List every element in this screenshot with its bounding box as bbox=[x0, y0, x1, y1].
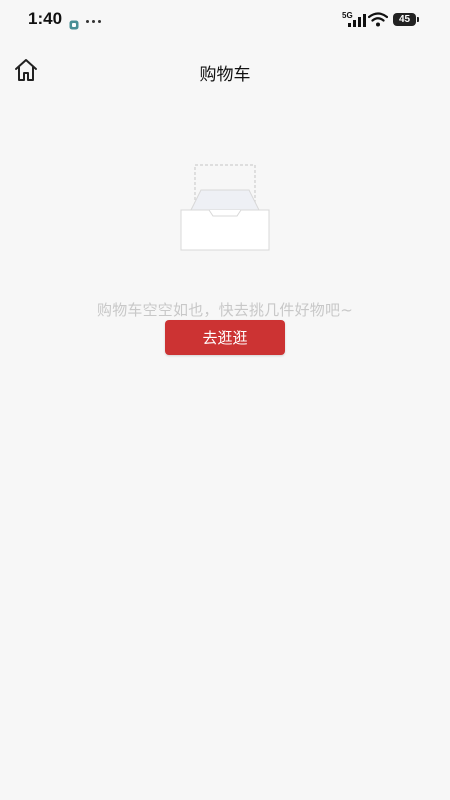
more-notifications-icon bbox=[86, 20, 102, 24]
battery-indicator: 45 bbox=[393, 13, 416, 26]
empty-box-icon bbox=[175, 160, 275, 260]
top-nav-bar: 购物车 bbox=[0, 48, 450, 92]
signal-icon bbox=[348, 12, 366, 31]
go-shopping-button[interactable]: 去逛逛 bbox=[165, 320, 285, 355]
status-time: 1:40 bbox=[28, 9, 63, 28]
page-title: 购物车 bbox=[199, 65, 251, 85]
shopping-cart-screen: 1:40 5G 45 购物车 购物车空空如也，快去挑几件好物吧~ 去逛逛 bbox=[0, 0, 450, 800]
wifi-icon bbox=[367, 12, 389, 31]
empty-cart-message: 购物车空空如也，快去挑几件好物吧~ bbox=[97, 301, 353, 319]
status-bar: 1:40 5G 45 bbox=[0, 0, 450, 40]
battery-tip bbox=[417, 17, 419, 22]
app-notification-icon bbox=[69, 15, 79, 34]
